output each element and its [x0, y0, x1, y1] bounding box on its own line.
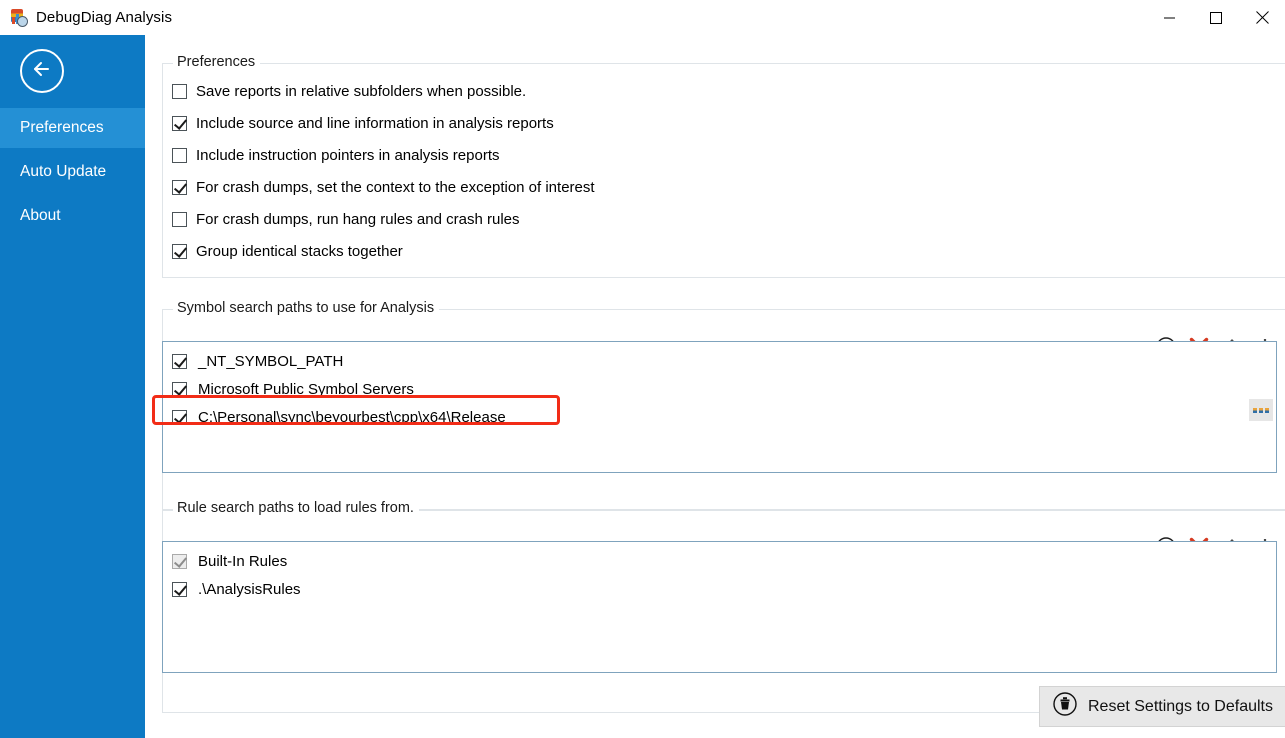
window-controls	[1147, 0, 1285, 35]
checkbox-symbol-path[interactable]	[172, 382, 187, 397]
checkbox-rule-path-builtin	[172, 554, 187, 569]
checkbox-rule-path[interactable]	[172, 582, 187, 597]
preferences-groupbox: Preferences Save reports in relative sub…	[162, 63, 1285, 278]
checkbox-group-identical-stacks[interactable]	[172, 244, 187, 259]
preference-label: Group identical stacks together	[196, 243, 403, 260]
preference-label: Include instruction pointers in analysis…	[196, 147, 500, 164]
sidebar-item-preferences[interactable]: Preferences	[0, 108, 145, 148]
rule-path-label: Built-In Rules	[198, 553, 287, 570]
preference-label: Save reports in relative subfolders when…	[196, 83, 526, 100]
symbol-path-label: C:\Personal\sync\beyourbest\cpp\x64\Rele…	[198, 409, 506, 426]
checkbox-save-relative-subfolders[interactable]	[172, 84, 187, 99]
symbol-path-label: Microsoft Public Symbol Servers	[198, 381, 414, 398]
checkbox-include-source-line-info[interactable]	[172, 116, 187, 131]
sidebar-item-about[interactable]: About	[0, 196, 145, 236]
symbol-path-label: _NT_SYMBOL_PATH	[198, 353, 343, 370]
reset-settings-label: Reset Settings to Defaults	[1088, 698, 1273, 716]
preference-label: For crash dumps, set the context to the …	[196, 179, 595, 196]
symbol-paths-listbox[interactable]: _NT_SYMBOL_PATH Microsoft Public Symbol …	[162, 341, 1277, 473]
preference-row[interactable]: Include source and line information in a…	[172, 107, 595, 139]
title-bar-left: DebugDiag Analysis	[10, 0, 172, 35]
preference-row[interactable]: For crash dumps, run hang rules and cras…	[172, 203, 595, 235]
preference-row[interactable]: For crash dumps, set the context to the …	[172, 171, 595, 203]
close-button[interactable]	[1239, 0, 1285, 35]
reset-settings-button[interactable]: Reset Settings to Defaults	[1039, 686, 1285, 727]
app-icon	[10, 9, 28, 27]
checkbox-symbol-path[interactable]	[172, 354, 187, 369]
browse-ellipsis-button[interactable]	[1249, 399, 1273, 421]
checkbox-set-context-exception[interactable]	[172, 180, 187, 195]
minimize-button[interactable]	[1147, 0, 1193, 35]
list-item[interactable]: _NT_SYMBOL_PATH	[163, 347, 1276, 375]
symbol-paths-group-title: Symbol search paths to use for Analysis	[173, 300, 439, 316]
checkbox-run-hang-and-crash-rules[interactable]	[172, 212, 187, 227]
sidebar-item-auto-update[interactable]: Auto Update	[0, 152, 145, 192]
content-area: Preferences Save reports in relative sub…	[145, 35, 1285, 738]
preference-row[interactable]: Include instruction pointers in analysis…	[172, 139, 595, 171]
title-bar: DebugDiag Analysis	[0, 0, 1285, 36]
maximize-button[interactable]	[1193, 0, 1239, 35]
preferences-group-title: Preferences	[173, 54, 260, 70]
sidebar-item-label: About	[20, 207, 61, 225]
preference-row[interactable]: Save reports in relative subfolders when…	[172, 75, 595, 107]
list-item[interactable]: Built-In Rules	[163, 547, 1276, 575]
sidebar: Preferences Auto Update About	[0, 35, 145, 738]
checkbox-symbol-path[interactable]	[172, 410, 187, 425]
preference-label: For crash dumps, run hang rules and cras…	[196, 211, 520, 228]
trash-can-icon	[1052, 691, 1078, 722]
sidebar-nav: Preferences Auto Update About	[0, 108, 145, 236]
rule-path-label: .\AnalysisRules	[198, 581, 301, 598]
rule-paths-listbox[interactable]: Built-In Rules .\AnalysisRules	[162, 541, 1277, 673]
back-arrow-icon	[31, 60, 53, 83]
list-item[interactable]: C:\Personal\sync\beyourbest\cpp\x64\Rele…	[163, 403, 1276, 431]
checkbox-include-instruction-pointers[interactable]	[172, 148, 187, 163]
preference-label: Include source and line information in a…	[196, 115, 554, 132]
preference-row[interactable]: Group identical stacks together	[172, 235, 595, 267]
sidebar-item-label: Auto Update	[20, 163, 106, 181]
list-item[interactable]: .\AnalysisRules	[163, 575, 1276, 603]
window-title: DebugDiag Analysis	[36, 9, 172, 26]
back-button[interactable]	[20, 49, 64, 93]
rule-paths-group-title: Rule search paths to load rules from.	[173, 500, 419, 516]
sidebar-item-label: Preferences	[20, 119, 104, 137]
list-item[interactable]: Microsoft Public Symbol Servers	[163, 375, 1276, 403]
